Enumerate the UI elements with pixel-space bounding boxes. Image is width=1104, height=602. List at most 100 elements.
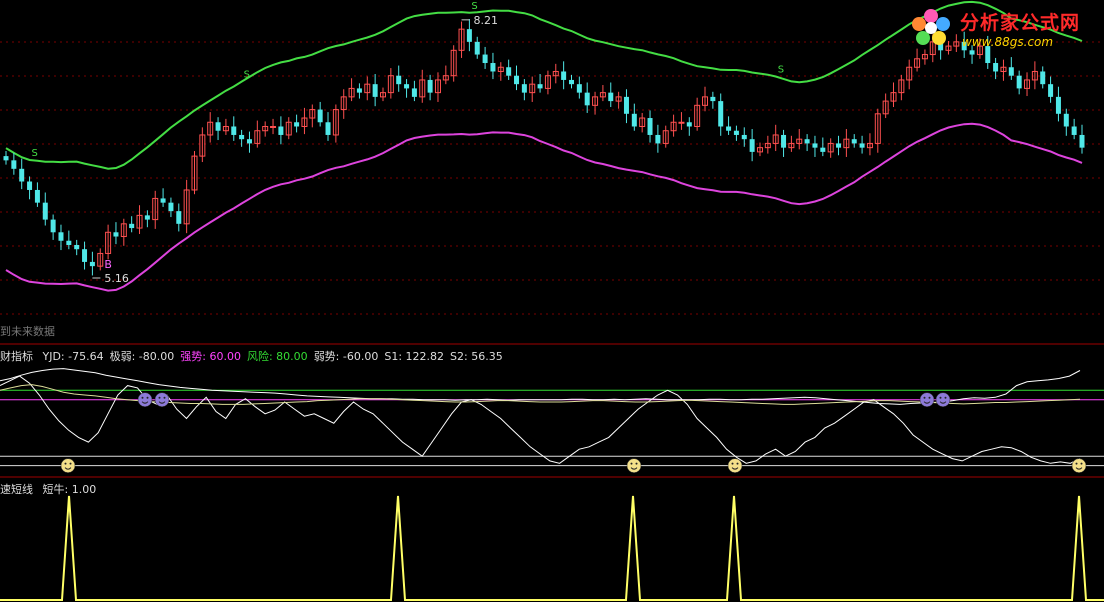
- candle: [404, 79, 410, 98]
- candle: [568, 74, 574, 89]
- candle: [710, 91, 716, 109]
- indicator-items: YJD: -75.64 极弱: -80.00 强势: 60.00 风险: 80.00 弱…: [43, 350, 509, 363]
- candle-body: [521, 84, 527, 93]
- candle-body: [678, 121, 685, 124]
- candle: [11, 152, 17, 175]
- indicator-line: [0, 375, 1081, 464]
- candle: [82, 241, 88, 270]
- candle: [537, 74, 543, 93]
- candle-body: [561, 71, 567, 80]
- face-eye: [163, 396, 166, 399]
- candle: [285, 117, 292, 140]
- candle-body: [50, 219, 56, 233]
- candle-body: [537, 84, 543, 89]
- face-icon: [727, 458, 743, 473]
- candle: [74, 239, 80, 256]
- candle: [788, 135, 795, 152]
- candle-body: [749, 139, 755, 152]
- short-bull-signal-line: [0, 495, 1104, 601]
- face-icon: [935, 392, 951, 407]
- face-eye: [146, 396, 149, 399]
- signal-items: 短牛: 1.00: [43, 483, 103, 496]
- candle: [1079, 124, 1085, 154]
- candle: [458, 21, 465, 58]
- candle: [246, 131, 252, 153]
- candle-body: [726, 126, 732, 131]
- candle-body: [851, 139, 857, 144]
- candle: [1016, 70, 1022, 95]
- annotations: 8.21 5.16B S S S S: [32, 1, 784, 285]
- candle: [552, 63, 559, 84]
- face-eye: [736, 462, 739, 465]
- signal-lines: [0, 495, 1104, 601]
- candle: [678, 112, 685, 130]
- candle-body: [34, 189, 40, 203]
- chart-canvas[interactable]: 8.21 5.16B S S S S: [0, 0, 1104, 602]
- candle: [89, 251, 95, 276]
- candle: [270, 118, 277, 135]
- candle: [482, 46, 488, 69]
- legend-item: S1: 122.82: [384, 350, 445, 363]
- candle: [749, 129, 755, 162]
- candle-body: [66, 240, 72, 245]
- candle: [639, 112, 646, 133]
- candle-body: [372, 84, 378, 97]
- candle-body: [631, 113, 637, 127]
- candle: [529, 76, 536, 102]
- low-value-label: 5.16: [104, 272, 129, 285]
- candle-body: [427, 79, 433, 93]
- legend-item: S2: 56.35: [450, 350, 503, 363]
- candle: [781, 129, 787, 157]
- candle: [796, 129, 803, 150]
- candle-body: [239, 134, 245, 140]
- sell-signal-label: S: [778, 64, 784, 75]
- candle: [1008, 57, 1014, 80]
- candle-body: [474, 41, 480, 55]
- candle-body: [1071, 126, 1077, 135]
- face-circle: [626, 458, 642, 473]
- candle: [1071, 118, 1077, 140]
- candle: [27, 176, 33, 200]
- candle-body: [58, 232, 64, 241]
- face-eye: [635, 462, 638, 465]
- candle: [1040, 66, 1046, 89]
- candle: [1024, 72, 1031, 97]
- candle: [317, 101, 323, 127]
- candle: [898, 74, 905, 101]
- candle: [199, 127, 206, 163]
- face-eye: [158, 396, 161, 399]
- candle-body: [568, 79, 574, 85]
- candle: [356, 83, 362, 99]
- candle-body: [231, 126, 237, 135]
- candle: [615, 91, 622, 109]
- candle: [442, 65, 449, 85]
- candle: [576, 76, 582, 99]
- face-icon: [60, 458, 76, 473]
- candle-body: [733, 130, 739, 135]
- candle: [58, 224, 64, 251]
- candle: [379, 87, 386, 102]
- candle-body: [1063, 113, 1069, 127]
- candle-body: [270, 125, 277, 128]
- face-circle: [137, 392, 153, 407]
- candle: [254, 120, 261, 148]
- candle: [34, 182, 40, 207]
- candle: [544, 70, 551, 95]
- face-circle: [1071, 458, 1087, 473]
- buy-signal-label: B: [104, 258, 112, 271]
- candle: [19, 158, 25, 190]
- face-eye: [923, 396, 926, 399]
- candle-body: [215, 122, 221, 131]
- candle-body: [466, 29, 472, 42]
- candle-body: [623, 96, 629, 114]
- candle: [50, 214, 56, 240]
- candle-body: [655, 134, 661, 144]
- candle: [820, 137, 826, 157]
- candle: [655, 124, 661, 153]
- candle-body: [993, 63, 999, 72]
- candle: [387, 68, 394, 99]
- candle-body: [718, 101, 724, 127]
- candle: [599, 85, 606, 102]
- candle: [450, 45, 457, 82]
- candle: [874, 108, 881, 153]
